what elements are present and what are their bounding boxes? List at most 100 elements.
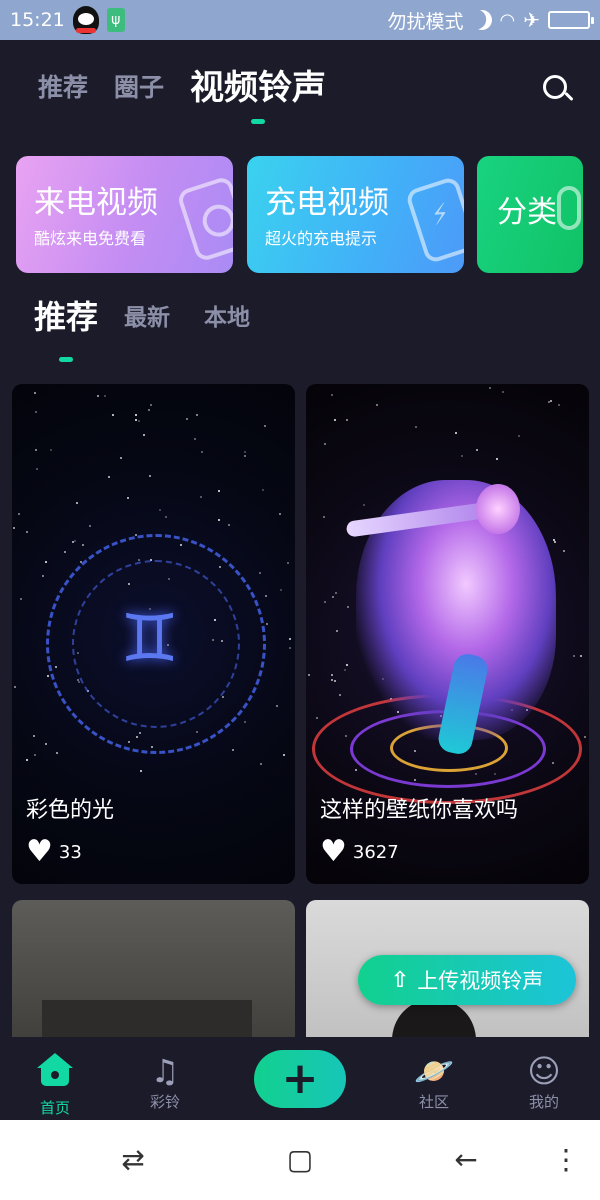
video-card[interactable]: ♊ 彩色的光 ♥ 33 — [12, 384, 295, 884]
star-dot — [289, 638, 291, 640]
star-dot — [331, 394, 333, 396]
qq-icon — [72, 6, 99, 34]
star-dot — [502, 391, 504, 393]
star-dot — [112, 414, 114, 416]
star-dot — [553, 539, 555, 541]
star-dot — [584, 736, 586, 738]
upload-label: 上传视频铃声 — [417, 969, 544, 993]
back-arrow-icon[interactable]: ← — [446, 1144, 486, 1176]
tab-label: 圈子 — [114, 73, 165, 102]
nav-ringback[interactable]: ♫ 彩铃 — [125, 1051, 205, 1112]
star-dot — [580, 655, 582, 657]
heart-icon: ♥ — [320, 834, 347, 869]
star-dot — [563, 550, 565, 552]
create-button[interactable]: + — [254, 1050, 346, 1108]
nav-community[interactable]: 🪐 社区 — [394, 1051, 474, 1112]
star-dot — [461, 455, 463, 457]
star-dot — [36, 468, 38, 470]
star-dot — [334, 419, 336, 421]
star-dot — [200, 496, 202, 498]
star-dot — [35, 449, 37, 451]
star-dot — [334, 680, 336, 682]
star-dot — [82, 544, 84, 546]
music-note-icon: ♫ — [150, 1052, 180, 1090]
banner-call-video[interactable]: 来电视频 酷炫来电免费看 — [16, 156, 233, 273]
nav-profile[interactable]: ☺ 我的 — [504, 1051, 584, 1112]
home-square-icon[interactable]: ▢ — [280, 1144, 320, 1176]
tab-circle[interactable]: 圈子 — [114, 60, 164, 116]
star-dot — [18, 513, 20, 515]
star-dot — [331, 679, 333, 681]
tab-video-ringtone[interactable]: 视频铃声 — [190, 60, 327, 124]
dnd-label: 勿扰模式 — [387, 10, 464, 33]
subtab-local[interactable]: 本地 — [204, 298, 250, 332]
nav-label: 我的 — [528, 1093, 559, 1111]
star-dot — [316, 717, 318, 719]
like-count-value: 3627 — [352, 841, 399, 863]
star-dot — [363, 504, 365, 506]
star-dot — [47, 675, 49, 677]
star-dot — [376, 404, 378, 406]
star-dot — [232, 749, 234, 751]
like-count[interactable]: ♥ 3627 — [320, 834, 399, 869]
heart-icon: ♥ — [26, 834, 53, 869]
star-dot — [165, 516, 167, 518]
banner-charging-video[interactable]: 充电视频 超火的充电提示 — [247, 156, 464, 273]
status-time: 15:21 — [10, 9, 65, 31]
star-dot — [336, 630, 338, 632]
star-dot — [324, 601, 326, 603]
nav-label: 彩铃 — [149, 1093, 180, 1111]
star-dot — [148, 409, 150, 411]
star-dot — [279, 513, 281, 515]
search-icon-handle — [564, 91, 574, 102]
upload-video-ringtone-button[interactable]: ⇧ 上传视频铃声 — [358, 955, 576, 1005]
switch-apps-icon[interactable]: ⇄ — [113, 1144, 153, 1176]
star-dot — [14, 686, 16, 688]
star-dot — [280, 589, 282, 591]
star-dot — [276, 705, 278, 707]
video-grid: ♊ 彩色的光 ♥ 33 这样的壁纸你喜欢吗 ♥ 3627 — [12, 384, 590, 1037]
star-dot — [196, 414, 198, 416]
star-dot — [244, 721, 246, 723]
star-dot — [262, 489, 264, 491]
nav-home[interactable]: 首页 — [15, 1051, 95, 1118]
moon-icon — [468, 7, 495, 34]
subtab-latest[interactable]: 最新 — [124, 298, 170, 332]
tab-recommend[interactable]: 推荐 — [38, 60, 88, 116]
star-dot — [45, 743, 47, 745]
menu-dots-icon[interactable]: ⋮ — [546, 1144, 586, 1176]
search-button[interactable] — [540, 72, 574, 106]
star-dot — [244, 451, 246, 453]
star-dot — [150, 404, 152, 406]
airplane-icon: ✈ — [523, 8, 540, 32]
star-dot — [35, 411, 37, 413]
star-dot — [265, 595, 267, 597]
star-dot — [26, 759, 28, 761]
home-icon — [36, 1053, 74, 1093]
star-dot — [127, 497, 129, 499]
star-dot — [476, 449, 478, 451]
star-dot — [74, 540, 76, 542]
subtab-recommend[interactable]: 推荐 — [34, 292, 98, 362]
video-card[interactable]: 这样的壁纸你喜欢吗 ♥ 3627 — [306, 384, 589, 884]
star-dot — [218, 490, 220, 492]
star-dot — [455, 432, 457, 434]
active-tab-indicator — [251, 119, 266, 124]
star-dot — [89, 525, 91, 527]
wifi-icon: ◠ — [499, 9, 516, 31]
tab-label: 视频铃声 — [190, 68, 327, 108]
plus-icon: + — [281, 1053, 319, 1104]
star-dot — [260, 763, 262, 765]
star-dot — [573, 655, 575, 657]
battery-charging-icon — [404, 175, 464, 265]
upload-icon: ⇧ — [390, 967, 410, 993]
search-icon — [543, 75, 567, 99]
star-dot — [140, 770, 142, 772]
video-card[interactable] — [12, 900, 295, 1037]
like-count[interactable]: ♥ 33 — [26, 834, 82, 869]
star-dot — [518, 435, 520, 437]
star-dot — [323, 516, 325, 518]
banner-category[interactable]: 分类 — [477, 156, 583, 273]
star-dot — [264, 425, 266, 427]
active-subtab-indicator — [59, 357, 73, 362]
